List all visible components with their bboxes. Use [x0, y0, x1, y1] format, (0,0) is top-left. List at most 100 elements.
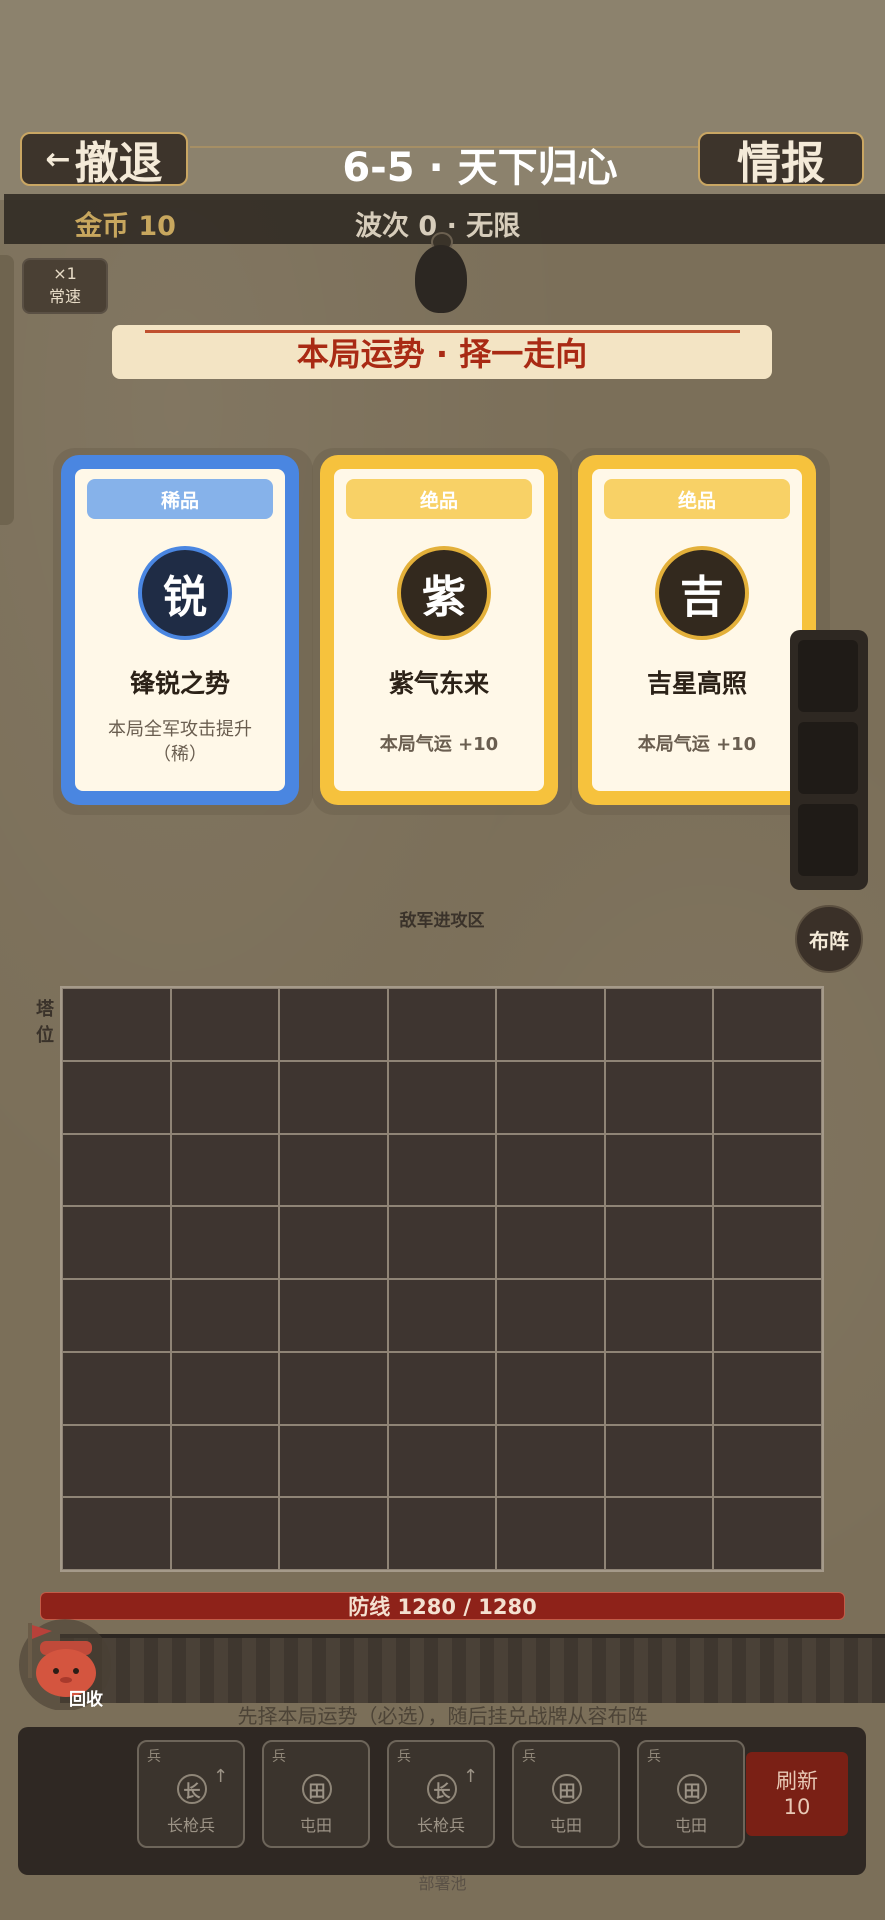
grid-cell[interactable]: [713, 1497, 822, 1570]
reserve-slot[interactable]: [798, 722, 858, 794]
card-name: 吉星高照: [646, 669, 747, 698]
grid-cell[interactable]: [496, 1060, 605, 1134]
grid-cell[interactable]: [713, 1351, 822, 1425]
grid-cell[interactable]: [604, 1279, 714, 1352]
hint-text: 先择本局运势（必选），随后挂兑战牌从容布阵: [237, 1704, 648, 1728]
grid-cell[interactable]: [604, 1424, 714, 1498]
retreat-button[interactable]: ← 撤退: [20, 132, 188, 189]
grid-cell[interactable]: [170, 1206, 280, 1279]
grid-cell[interactable]: [170, 1497, 280, 1570]
purple-emblem-icon: 紫: [397, 546, 491, 640]
grid-cell[interactable]: [713, 1279, 822, 1352]
grid-cell[interactable]: [387, 1206, 497, 1279]
refresh-label: 刷新: [776, 1769, 818, 1793]
rarity-badge: 绝品: [604, 479, 790, 519]
grid-cell[interactable]: [62, 1351, 171, 1425]
grid-cell[interactable]: [279, 1424, 388, 1498]
grid-cell[interactable]: [62, 988, 171, 1061]
grid-cell[interactable]: [604, 1133, 714, 1207]
fortune-banner-text: 本局运势 · 择一走向: [296, 335, 588, 373]
card-description: 本局全军攻击提升（稀）: [108, 719, 252, 765]
lucky-emblem-icon: 吉: [655, 546, 749, 640]
grid-cell[interactable]: [387, 1060, 497, 1134]
card-kind: 兵: [272, 1749, 286, 1765]
grid-cell[interactable]: [496, 988, 605, 1061]
grid-cell[interactable]: [279, 1133, 388, 1207]
card-kind: 兵: [647, 1749, 661, 1765]
reserve-slot[interactable]: [798, 804, 858, 876]
grid-cell[interactable]: [387, 1424, 497, 1498]
grid-cell[interactable]: [62, 1279, 171, 1352]
spear-icon: 长: [427, 1774, 457, 1804]
grid-cell[interactable]: [279, 1060, 388, 1134]
card-face: 绝品 吉 吉星高照 本局气运 +10: [592, 469, 802, 791]
hand-card[interactable]: 兵田屯田: [512, 1740, 620, 1848]
grid-cell[interactable]: [387, 1279, 497, 1352]
grid-cell[interactable]: [170, 1424, 280, 1498]
grid-cell[interactable]: [279, 1497, 388, 1570]
grid-cell[interactable]: [62, 1424, 171, 1498]
card-unit-name: 长枪兵: [166, 1816, 215, 1835]
hand-card[interactable]: 兵长 ↑ 长枪兵: [387, 1740, 495, 1848]
grid-cell[interactable]: [279, 1206, 388, 1279]
grid-cell[interactable]: [170, 988, 280, 1061]
grid-cell[interactable]: [279, 988, 388, 1061]
card-name: 紫气东来: [388, 669, 489, 698]
intel-label: 情报: [737, 138, 825, 189]
grid-cell[interactable]: [604, 1351, 714, 1425]
grid-cell[interactable]: [713, 988, 822, 1061]
grid-cell[interactable]: [713, 1424, 822, 1498]
grid-cell[interactable]: [170, 1133, 280, 1207]
grid-cell[interactable]: [496, 1424, 605, 1498]
fortune-card[interactable]: 绝品 吉 吉星高照 本局气运 +10: [578, 455, 816, 805]
card-unit-name: 屯田: [549, 1816, 582, 1835]
upgrade-arrow-icon: ↑: [213, 1766, 229, 1787]
grid-cell[interactable]: [496, 1279, 605, 1352]
grid-cell[interactable]: [604, 1497, 714, 1570]
grid-cell[interactable]: [604, 988, 714, 1061]
grid-cell[interactable]: [279, 1351, 388, 1425]
hand-card[interactable]: 兵田屯田: [262, 1740, 370, 1848]
tower-label: 塔位: [36, 999, 54, 1046]
fortune-card[interactable]: 稀品 锐 锋锐之势 本局全军攻击提升（稀）: [61, 455, 299, 805]
grid-cell[interactable]: [604, 1060, 714, 1134]
grid-cell[interactable]: [713, 1060, 822, 1134]
hand-card[interactable]: 兵长 ↑ 长枪兵: [137, 1740, 245, 1848]
card-name: 锋锐之势: [129, 669, 230, 698]
grid-cell[interactable]: [604, 1206, 714, 1279]
grid-cell[interactable]: [387, 1497, 497, 1570]
grid-cell[interactable]: [496, 1497, 605, 1570]
fortune-card[interactable]: 绝品 紫 紫气东来 本局气运 +10: [320, 455, 558, 805]
grid-cell[interactable]: [62, 1133, 171, 1207]
card-unit-name: 屯田: [299, 1816, 332, 1835]
grid-cell[interactable]: [170, 1060, 280, 1134]
hand-card[interactable]: 兵田屯田: [637, 1740, 745, 1848]
grid-cell[interactable]: [496, 1351, 605, 1425]
defense-value: 防线 1280 / 1280: [348, 1595, 537, 1619]
grid-cell[interactable]: [496, 1133, 605, 1207]
refresh-button[interactable]: 刷新 10: [746, 1752, 848, 1836]
grid-cell[interactable]: [62, 1060, 171, 1134]
gold-counter: 金币 10: [75, 211, 176, 242]
deploy-button[interactable]: 布阵: [795, 905, 863, 973]
grid-cell[interactable]: [62, 1206, 171, 1279]
speed-toggle[interactable]: ×1 常速: [22, 258, 108, 314]
grid-cell[interactable]: [387, 1351, 497, 1425]
grid-cell[interactable]: [496, 1206, 605, 1279]
farm-icon: 田: [302, 1774, 332, 1804]
card-face: 绝品 紫 紫气东来 本局气运 +10: [334, 469, 544, 791]
sharp-emblem-icon: 锐: [138, 546, 232, 640]
grid-cell[interactable]: [170, 1279, 280, 1352]
grid-cell[interactable]: [387, 988, 497, 1061]
grid-cell[interactable]: [62, 1497, 171, 1570]
card-kind: 兵: [522, 1749, 536, 1765]
grid-cell[interactable]: [387, 1133, 497, 1207]
grid-cell[interactable]: [170, 1351, 280, 1425]
grid-cell[interactable]: [713, 1206, 822, 1279]
reserve-slot[interactable]: [798, 640, 858, 712]
grid-cell[interactable]: [713, 1133, 822, 1207]
back-arrow-icon: ←: [45, 141, 71, 177]
deploy-label: 布阵: [809, 928, 849, 953]
grid-cell[interactable]: [279, 1279, 388, 1352]
intel-button[interactable]: 情报: [698, 132, 864, 189]
